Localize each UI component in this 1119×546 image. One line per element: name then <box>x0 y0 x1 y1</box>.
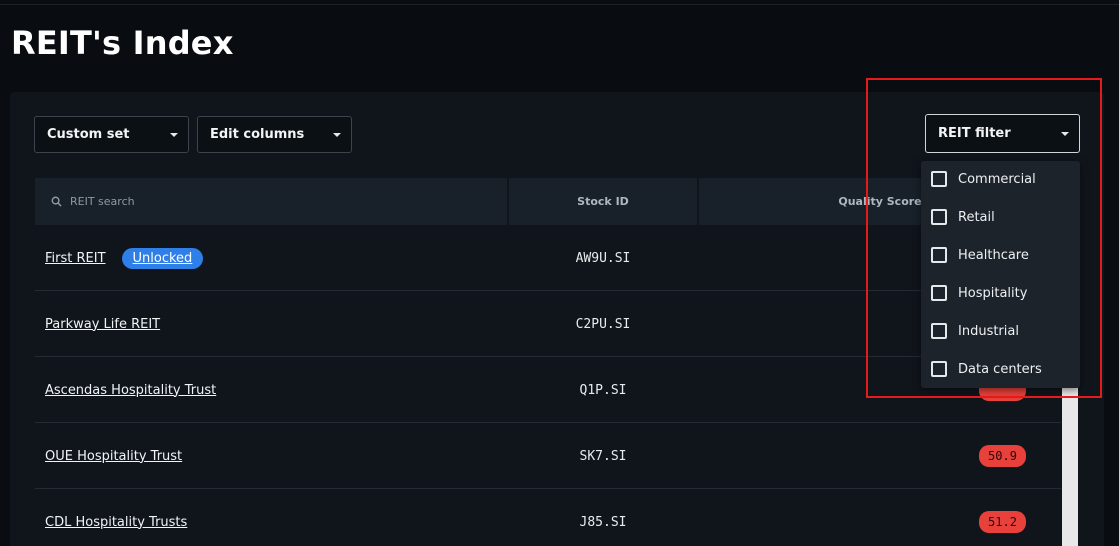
stock-id: SK7.SI <box>579 448 627 464</box>
search-placeholder: REIT search <box>70 195 135 208</box>
checkbox[interactable] <box>931 209 947 225</box>
checkbox[interactable] <box>931 361 947 377</box>
edit-columns-label: Edit columns <box>210 127 305 142</box>
filter-option-industrial[interactable]: Industrial <box>931 321 1019 341</box>
filter-option-label: Data centers <box>958 361 1042 377</box>
table-row: First REIT Unlocked AW9U.SI <box>35 225 1061 291</box>
filter-option-hospitality[interactable]: Hospitality <box>931 283 1027 303</box>
reit-name-link[interactable]: Parkway Life REIT <box>45 291 160 357</box>
table-row: CDL Hospitality Trusts J85.SI 51.2 <box>35 489 1061 546</box>
unlocked-badge: Unlocked <box>121 247 204 269</box>
filter-option-label: Commercial <box>958 171 1036 187</box>
table-row: Ascendas Hospitality Trust Q1P.SI <box>35 357 1061 423</box>
reit-name-link[interactable]: CDL Hospitality Trusts <box>45 489 187 546</box>
quality-score-badge: 50.9 <box>979 445 1026 467</box>
filter-option-label: Industrial <box>958 323 1019 339</box>
stock-id: J85.SI <box>579 514 627 530</box>
top-divider <box>0 4 1119 5</box>
filter-option-healthcare[interactable]: Healthcare <box>931 245 1029 265</box>
filter-option-label: Healthcare <box>958 247 1029 263</box>
filter-option-retail[interactable]: Retail <box>931 207 995 227</box>
filter-option-label: Retail <box>958 209 995 225</box>
checkbox[interactable] <box>931 247 947 263</box>
table-row: Parkway Life REIT C2PU.SI <box>35 291 1061 357</box>
reit-name-link[interactable]: Ascendas Hospitality Trust <box>45 357 216 423</box>
reit-name: CDL Hospitality Trusts <box>45 514 188 530</box>
filter-option-data-centers[interactable]: Data centers <box>931 359 1042 379</box>
page-title: REIT's Index <box>11 24 234 62</box>
column-header-stock-id[interactable]: Stock ID <box>509 178 697 225</box>
reit-filter-menu: Commercial Retail Healthcare Hospitality… <box>921 161 1080 388</box>
checkbox[interactable] <box>931 323 947 339</box>
filter-option-commercial[interactable]: Commercial <box>931 169 1036 189</box>
reit-filter-dropdown[interactable]: REIT filter <box>925 114 1080 153</box>
checkbox[interactable] <box>931 171 947 187</box>
stock-id: C2PU.SI <box>575 316 631 332</box>
edit-columns-dropdown[interactable]: Edit columns <box>197 116 352 153</box>
filter-option-label: Hospitality <box>958 285 1028 301</box>
reit-name: Parkway Life REIT <box>45 316 161 332</box>
caret-down-icon <box>1061 132 1069 136</box>
stock-id: AW9U.SI <box>575 250 631 266</box>
custom-set-dropdown[interactable]: Custom set <box>34 116 189 153</box>
reit-filter-label: REIT filter <box>938 126 1011 141</box>
table-row: OUE Hospitality Trust SK7.SI 50.9 <box>35 423 1061 489</box>
reit-search-input[interactable]: REIT search <box>35 178 507 225</box>
search-icon <box>51 196 62 207</box>
reit-name: Ascendas Hospitality Trust <box>45 382 217 398</box>
caret-down-icon <box>333 133 341 137</box>
quality-score-badge: 51.2 <box>979 511 1026 533</box>
reit-name: OUE Hospitality Trust <box>45 448 183 464</box>
reit-name-link[interactable]: OUE Hospitality Trust <box>45 423 182 489</box>
scrollbar[interactable] <box>1062 386 1078 546</box>
reit-name-link[interactable]: First REIT Unlocked <box>45 225 204 291</box>
stock-id: Q1P.SI <box>579 382 627 398</box>
checkbox[interactable] <box>931 285 947 301</box>
caret-down-icon <box>170 133 178 137</box>
reit-name: First REIT <box>45 250 106 266</box>
custom-set-label: Custom set <box>47 127 130 142</box>
